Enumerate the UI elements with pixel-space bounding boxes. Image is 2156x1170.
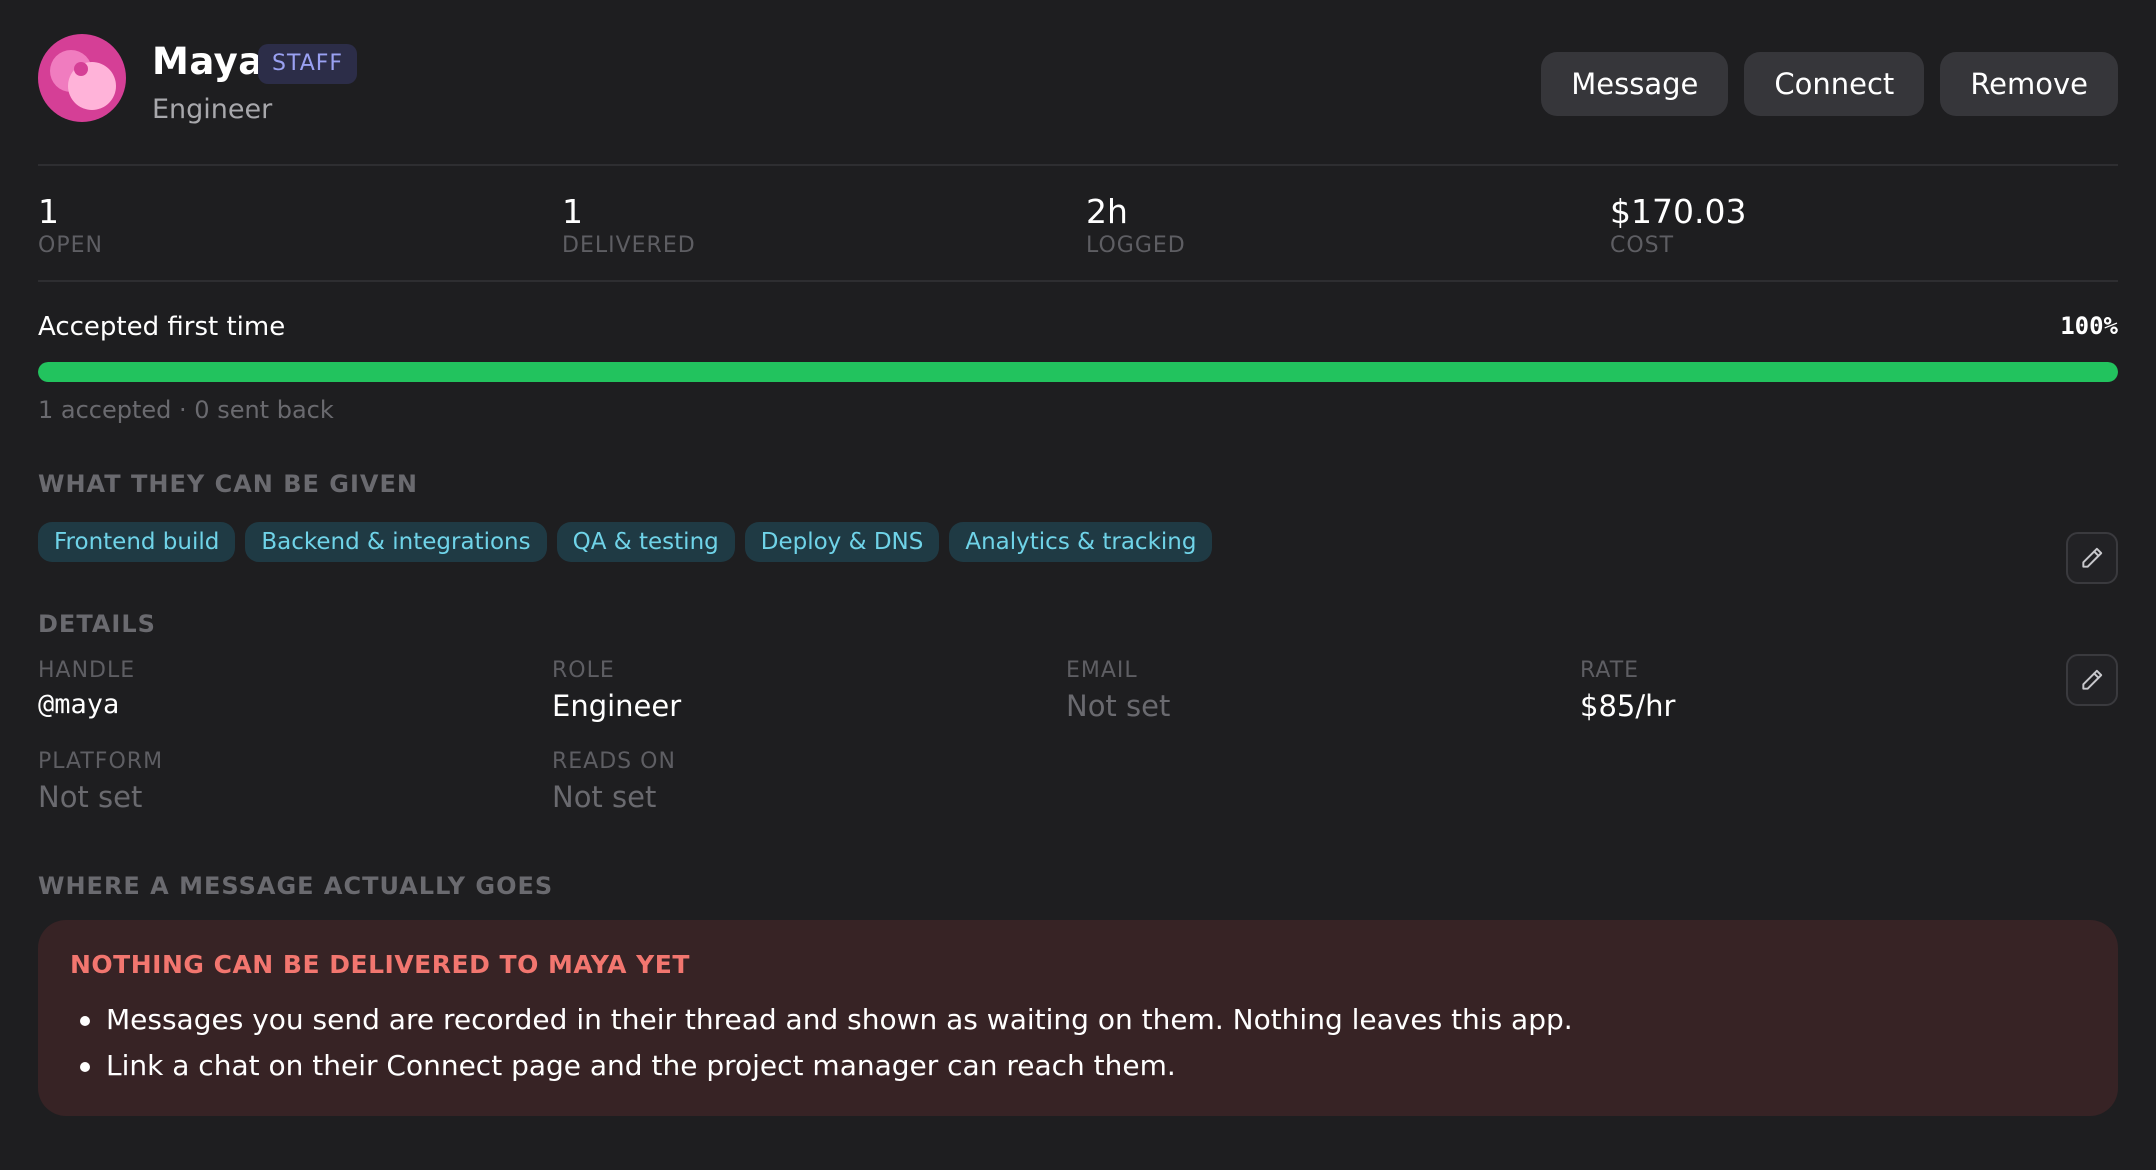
- stat-label: DELIVERED: [562, 233, 696, 258]
- email-field: EMAIL Not set: [1066, 658, 1170, 723]
- capability-tag: QA & testing: [556, 522, 735, 562]
- remove-button[interactable]: Remove: [1940, 52, 2118, 116]
- message-button[interactable]: Message: [1541, 52, 1729, 116]
- capability-tag: Analytics & tracking: [949, 522, 1213, 562]
- stat-value: $170.03: [1610, 192, 1747, 231]
- stat-value: 1: [38, 192, 59, 231]
- connect-button[interactable]: Connect: [1744, 52, 1925, 116]
- stat-delivered: 1 DELIVERED: [562, 192, 696, 258]
- capabilities-section: WHAT THEY CAN BE GIVEN Frontend build Bac…: [38, 470, 2118, 596]
- acceptance-progress-fill: [38, 362, 2118, 382]
- acceptance-label: Accepted first time: [38, 312, 286, 342]
- stat-label: LOGGED: [1086, 233, 1186, 258]
- rate-field: RATE $85/hr: [1580, 658, 1675, 723]
- stats-row: 1 OPEN 1 DELIVERED 2h LOGGED $170.03 COS…: [38, 166, 2118, 280]
- field-value: Engineer: [552, 689, 682, 723]
- field-label: RATE: [1580, 658, 1640, 683]
- stat-label: COST: [1610, 233, 1675, 258]
- field-value: @maya: [38, 689, 120, 720]
- member-role-subtitle: Engineer: [152, 94, 273, 125]
- delivery-warning-list: Messages you send are recorded in their …: [70, 997, 2086, 1089]
- avatar: [38, 34, 126, 122]
- field-value: Not set: [38, 780, 143, 814]
- field-label: READS ON: [552, 749, 676, 774]
- delivery-title: WHERE A MESSAGE ACTUALLY GOES: [38, 872, 554, 900]
- field-value: $85/hr: [1580, 689, 1676, 723]
- field-label: ROLE: [552, 658, 615, 683]
- stat-label: OPEN: [38, 233, 103, 258]
- field-label: PLATFORM: [38, 749, 164, 774]
- member-name: Maya: [152, 40, 264, 83]
- capability-tag: Frontend build: [38, 522, 236, 562]
- member-profile-panel: Maya STAFF Engineer Message Connect Remo…: [38, 0, 2118, 1116]
- pencil-icon: [2082, 547, 2103, 568]
- platform-field: PLATFORM Not set: [38, 749, 163, 814]
- list-item: Link a chat on their Connect page and th…: [70, 1043, 2086, 1089]
- edit-details-button[interactable]: [2066, 654, 2118, 706]
- field-value: Not set: [552, 780, 657, 814]
- header-actions: Message Connect Remove: [1541, 52, 2118, 116]
- stat-value: 1: [562, 192, 583, 231]
- delivery-warning-box: NOTHING CAN BE DELIVERED TO MAYA YET Mes…: [38, 920, 2118, 1116]
- stat-open: 1 OPEN: [38, 192, 103, 258]
- acceptance-progress-bar: [38, 362, 2118, 382]
- stat-logged: 2h LOGGED: [1086, 192, 1186, 258]
- reads-on-field: READS ON Not set: [552, 749, 676, 814]
- divider: [38, 280, 2118, 282]
- details-title: DETAILS: [38, 610, 156, 638]
- field-value: Not set: [1066, 689, 1171, 723]
- list-item: Messages you send are recorded in their …: [70, 997, 2086, 1043]
- details-section: DETAILS HANDLE @maya ROLE Engineer EMAIL…: [38, 610, 2118, 872]
- staff-badge: STAFF: [258, 44, 358, 84]
- delivery-warning-title: NOTHING CAN BE DELIVERED TO MAYA YET: [70, 950, 690, 979]
- acceptance-percent: 100%: [2060, 312, 2118, 340]
- capability-tag: Deploy & DNS: [744, 522, 940, 562]
- role-field: ROLE Engineer: [552, 658, 681, 723]
- stat-value: 2h: [1086, 192, 1128, 231]
- handle-field: HANDLE @maya: [38, 658, 135, 720]
- capability-tag: Backend & integrations: [245, 522, 547, 562]
- pencil-icon: [2082, 669, 2103, 690]
- stat-cost: $170.03 COST: [1610, 192, 1746, 258]
- field-label: EMAIL: [1066, 658, 1138, 683]
- acceptance-summary: 1 accepted · 0 sent back: [38, 396, 334, 424]
- acceptance-header: Accepted first time 100%: [38, 310, 2118, 352]
- edit-capabilities-button[interactable]: [2066, 532, 2118, 584]
- profile-header: Maya STAFF Engineer Message Connect Remo…: [38, 0, 2118, 164]
- capability-tags: Frontend build Backend & integrations QA &…: [38, 522, 2118, 562]
- field-label: HANDLE: [38, 658, 136, 683]
- capabilities-title: WHAT THEY CAN BE GIVEN: [38, 470, 418, 498]
